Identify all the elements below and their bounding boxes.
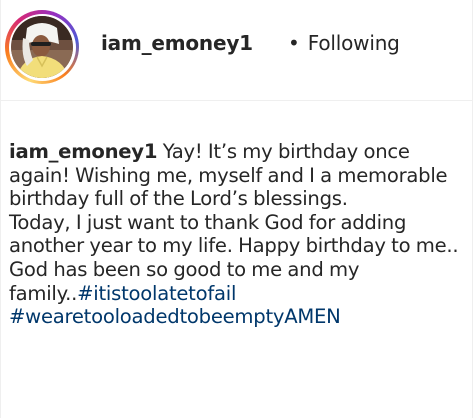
story-ring-avatar[interactable] (5, 10, 79, 84)
post-caption: iam_emoney1 Yay! It’s my birthday once a… (9, 140, 471, 329)
header-username[interactable]: iam_emoney1 (101, 31, 253, 55)
caption-username[interactable]: iam_emoney1 (9, 140, 157, 163)
header-divider (1, 100, 472, 101)
following-button[interactable]: Following (308, 31, 400, 55)
separator-dot: • (288, 31, 300, 55)
hashtag-link[interactable]: #itistoolatetofail (77, 282, 236, 305)
hashtag-link[interactable]: #wearetooloadedtobeemptyAMEN (9, 305, 341, 328)
post-header: iam_emoney1 • Following (1, 0, 472, 93)
post-container: iam_emoney1 • Following iam_emoney1 Yay!… (0, 0, 473, 418)
follow-status: • Following (288, 31, 400, 55)
avatar (11, 16, 73, 78)
